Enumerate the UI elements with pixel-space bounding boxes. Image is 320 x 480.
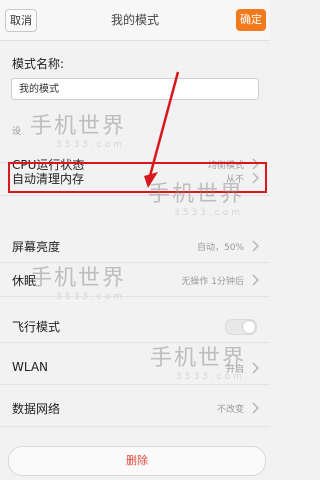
mode-name-label: 模式名称:	[12, 57, 65, 71]
setting-label: 飞行模式	[12, 320, 61, 334]
chevron-right-icon	[252, 240, 259, 252]
confirm-button[interactable]: 确定	[236, 9, 266, 31]
setting-value: 不改变	[216, 405, 244, 415]
airplane-mode-toggle[interactable]	[225, 319, 257, 335]
setting-row-brightness[interactable]: 屏幕亮度 自动，50%	[0, 229, 270, 263]
divider	[0, 384, 270, 385]
divider	[0, 342, 270, 343]
watermark-text: 手机世界	[30, 114, 127, 139]
annotation-arrow-icon	[144, 71, 180, 188]
mode-name-input[interactable]: 我的模式	[11, 78, 259, 100]
setting-row-wlan[interactable]: WLAN 开启	[0, 351, 270, 385]
chevron-right-icon	[252, 362, 259, 374]
setting-row-mobile-data[interactable]: 数据网络 不改变	[0, 391, 270, 425]
delete-button[interactable]: 删除	[8, 446, 266, 476]
chevron-right-icon	[252, 274, 259, 286]
divider	[0, 426, 270, 427]
setting-label: 数据网络	[12, 402, 61, 416]
chevron-right-icon	[252, 402, 259, 414]
setting-row-sleep[interactable]: 休眠 无操作 1分钟后	[0, 263, 270, 297]
highlight-box	[8, 162, 267, 193]
watermark-number: 3533.com	[174, 208, 243, 218]
divider	[0, 195, 270, 196]
watermark: 手机世界 3533.com	[30, 108, 126, 150]
page-title: 我的模式	[110, 13, 159, 27]
section-label: 设	[12, 127, 22, 137]
setting-label: 屏幕亮度	[12, 240, 61, 254]
setting-row-airplane-mode[interactable]: 飞行模式	[0, 309, 270, 343]
setting-value: 无操作 1分钟后	[181, 277, 244, 287]
setting-value: 自动，50%	[196, 243, 244, 253]
setting-value: 开启	[225, 365, 244, 375]
setting-label: WLAN	[12, 360, 49, 374]
divider	[0, 296, 270, 297]
setting-label: 休眠	[12, 274, 37, 288]
toggle-knob	[242, 320, 256, 334]
header-bar: 取消 我的模式 确定	[0, 0, 270, 41]
